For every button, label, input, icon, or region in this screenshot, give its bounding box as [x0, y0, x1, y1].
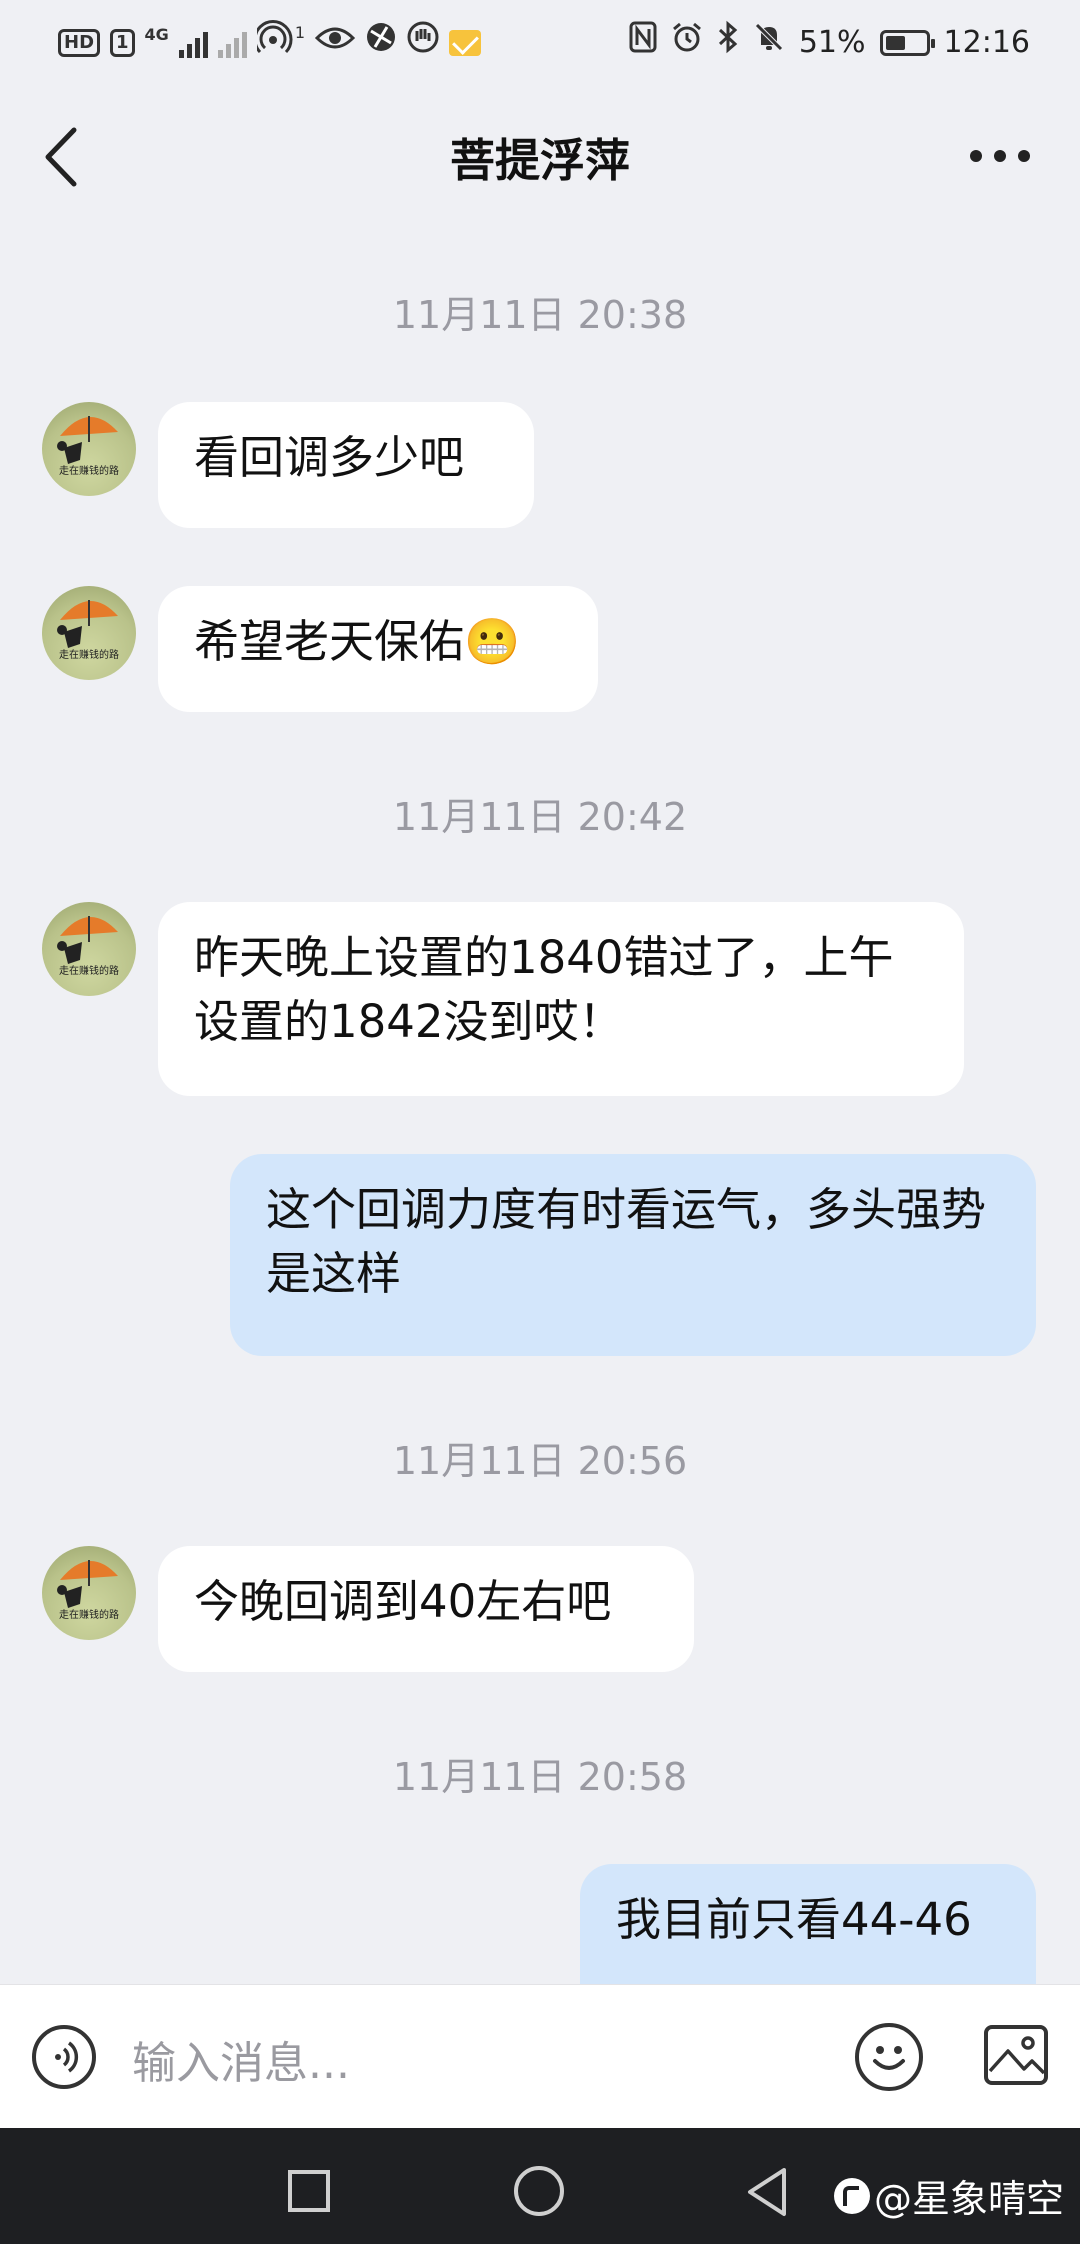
network-type-label: 4G — [144, 24, 169, 44]
message-bubble-incoming[interactable]: 希望老天保佑😬 — [158, 586, 598, 712]
image-icon — [988, 2036, 1044, 2075]
svg-text:走在赚钱的路: 走在赚钱的路 — [59, 648, 119, 661]
nfc-icon — [629, 21, 657, 64]
timestamp: 11月11日 20:56 — [392, 1439, 688, 1483]
weibo-logo-icon — [833, 2177, 870, 2214]
bluetooth-icon — [717, 20, 739, 65]
avatar[interactable]: 走在赚钱的路 — [42, 586, 136, 680]
status-bar: HD 1 4G 1 51% 12:16 — [0, 0, 1080, 80]
input-bar: 输入消息... — [0, 1984, 1080, 2129]
signal-icon — [178, 28, 208, 58]
watermark: @星象晴空 — [833, 2168, 1064, 2223]
message-bubble-outgoing[interactable]: 这个回调力度有时看运气，多头强势是这样 — [230, 1154, 1036, 1356]
hotspot-count: 1 — [294, 22, 305, 42]
watermark-text: @星象晴空 — [873, 2177, 1064, 2221]
mute-icon — [753, 21, 785, 64]
avatar-image: 走在赚钱的路 — [57, 416, 119, 477]
avatar[interactable]: 走在赚钱的路 — [42, 402, 136, 496]
avatar[interactable]: 走在赚钱的路 — [42, 902, 136, 996]
alarm-icon — [671, 21, 703, 64]
home-button[interactable] — [514, 2166, 564, 2216]
voice-icon — [55, 2041, 79, 2073]
svg-text:走在赚钱的路: 走在赚钱的路 — [59, 464, 119, 477]
mail-icon — [449, 29, 481, 56]
chat-header: 菩提浮萍 — [0, 88, 1080, 218]
signal-off-icon — [217, 28, 247, 58]
browser-icon — [365, 21, 397, 64]
clock: 12:16 — [943, 24, 1030, 60]
message-bubble-incoming[interactable]: 今晚回调到40左右吧 — [158, 1546, 694, 1672]
more-options-button[interactable] — [970, 150, 1030, 162]
svg-text:走在赚钱的路: 走在赚钱的路 — [59, 1608, 119, 1621]
hand-icon — [407, 21, 439, 64]
timestamp: 11月11日 20:42 — [392, 795, 688, 839]
more-dots-icon — [970, 150, 982, 162]
image-button[interactable] — [984, 2025, 1048, 2085]
timestamp: 11月11日 20:58 — [392, 1755, 688, 1799]
page-title: 菩提浮萍 — [449, 134, 630, 187]
message-input[interactable]: 输入消息... — [132, 2027, 350, 2091]
avatar[interactable]: 走在赚钱的路 — [42, 1546, 136, 1640]
hotspot-icon — [253, 20, 293, 65]
message-bubble-incoming[interactable]: 看回调多少吧 — [158, 402, 534, 528]
message-bubble-incoming[interactable]: 昨天晚上设置的1840错过了，上午设置的1842没到哎！ — [158, 902, 964, 1096]
hd-icon: HD — [58, 28, 101, 57]
voice-input-button[interactable] — [32, 2025, 96, 2089]
system-nav-bar: @星象晴空 — [0, 2128, 1080, 2244]
nav-back-button[interactable] — [744, 2166, 792, 2218]
svg-text:走在赚钱的路: 走在赚钱的路 — [59, 964, 119, 977]
battery-percent: 51% — [798, 24, 866, 60]
recent-apps-button[interactable] — [288, 2170, 330, 2212]
message-bubble-outgoing[interactable]: 我目前只看44-46 — [580, 1864, 1036, 1984]
emoji-button[interactable] — [855, 2023, 923, 2091]
battery-icon — [879, 29, 935, 56]
eye-icon — [314, 23, 356, 63]
emoji-icon — [873, 2046, 905, 2070]
back-triangle-icon — [748, 2168, 786, 2216]
sim-icon: 1 — [110, 28, 135, 57]
timestamp: 11月11日 20:38 — [392, 293, 688, 337]
